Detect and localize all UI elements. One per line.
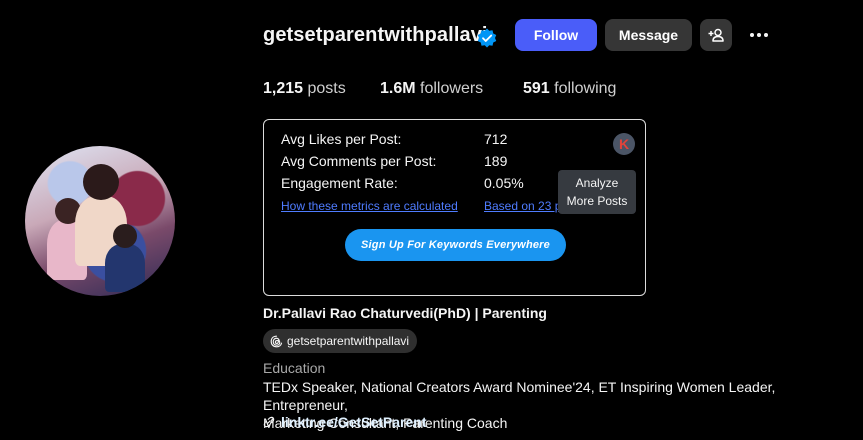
- metric-label-likes: Avg Likes per Post:: [281, 131, 402, 147]
- threads-handle: getsetparentwithpallavi: [287, 334, 410, 348]
- threads-badge[interactable]: getsetparentwithpallavi: [263, 329, 417, 353]
- metric-value-engagement: 0.05%: [484, 175, 524, 191]
- threads-icon: [270, 335, 283, 347]
- verified-badge-icon: [477, 28, 497, 48]
- add-person-icon: [708, 28, 724, 42]
- signup-keywords-everywhere-button[interactable]: Sign Up For Keywords Everywhere: [345, 229, 566, 261]
- posts-count: 1,215 posts: [263, 80, 346, 97]
- based-on-posts-link[interactable]: Based on 23 p: [484, 199, 561, 213]
- link-icon: [263, 416, 275, 428]
- keywords-everywhere-icon[interactable]: K: [613, 133, 635, 155]
- following-count[interactable]: 591 following: [523, 80, 616, 98]
- analyze-more-posts-tooltip: Analyze More Posts: [558, 170, 636, 214]
- follow-button[interactable]: Follow: [515, 19, 597, 51]
- more-options-icon[interactable]: [747, 24, 771, 46]
- profile-full-name: Dr.Pallavi Rao Chaturvedi(PhD) | Parenti…: [263, 305, 547, 321]
- metrics-explanation-link[interactable]: How these metrics are calculated: [281, 199, 458, 213]
- profile-external-link[interactable]: linktr.ee/GetSetParent: [263, 414, 427, 430]
- followers-count[interactable]: 1.6M followers: [380, 80, 483, 98]
- metric-value-likes: 712: [484, 131, 508, 147]
- profile-category: Education: [263, 360, 326, 376]
- suggest-users-button[interactable]: [700, 19, 732, 51]
- message-button[interactable]: Message: [605, 19, 692, 51]
- profile-avatar[interactable]: [25, 146, 175, 296]
- metric-label-engagement: Engagement Rate:: [281, 175, 398, 191]
- profile-username: getsetparentwithpallavi: [263, 24, 488, 46]
- metric-value-comments: 189: [484, 153, 508, 169]
- metric-label-comments: Avg Comments per Post:: [281, 153, 437, 169]
